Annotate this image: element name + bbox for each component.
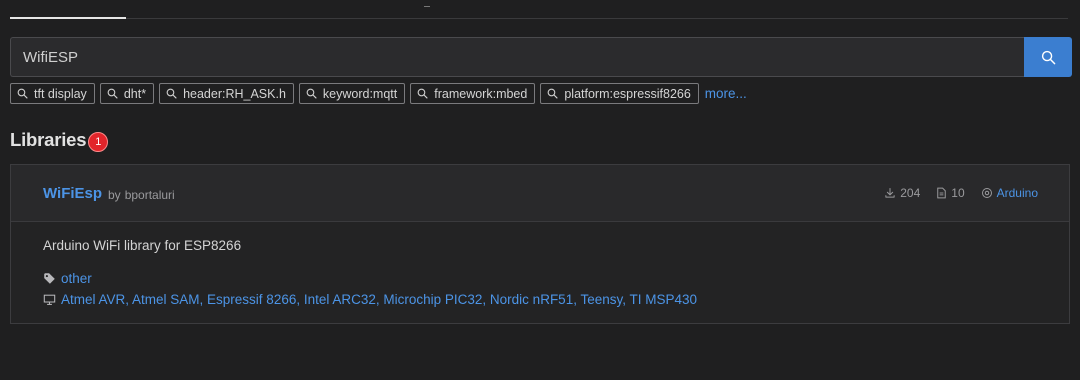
search-icon [17, 88, 28, 99]
platforms-link[interactable]: Atmel AVR, Atmel SAM, Espressif 8266, In… [61, 292, 697, 307]
search-input[interactable] [10, 37, 1024, 77]
section-title: Libraries [10, 129, 87, 150]
download-count: 204 [900, 186, 921, 200]
platforms-row: Atmel AVR, Atmel SAM, Espressif 8266, In… [43, 292, 697, 307]
active-tab-indicator[interactable] [10, 17, 126, 19]
chip-framework[interactable]: framework:mbed [410, 83, 536, 104]
tab-strip [10, 0, 1068, 19]
chip-platform[interactable]: platform:espressif8266 [540, 83, 699, 104]
tab-separator [424, 0, 430, 7]
framework-icon [981, 187, 993, 199]
chip-label: header:RH_ASK.h [183, 86, 286, 101]
result-count-badge: 1 [88, 132, 109, 152]
chip-label: dht* [123, 86, 147, 101]
library-card: WiFiEsp by bportaluri 204 10 Arduino Ard… [10, 164, 1070, 324]
chip-label: framework:mbed [434, 86, 528, 101]
chip-label: platform:espressif8266 [564, 86, 691, 101]
framework-link[interactable]: Arduino [997, 186, 1038, 200]
search-icon [107, 88, 118, 99]
tag-icon [43, 272, 56, 285]
platformio-libraries-view: tft display dht* header:RH_ASK.h keyword… [0, 0, 1080, 380]
chip-header[interactable]: header:RH_ASK.h [159, 83, 294, 104]
keyword-link[interactable]: other [61, 271, 92, 286]
library-author: by bportaluri [108, 188, 175, 202]
library-card-header: WiFiEsp by bportaluri 204 10 Arduino [11, 165, 1069, 222]
quick-search-chips: tft display dht* header:RH_ASK.h keyword… [10, 83, 747, 104]
search-icon [417, 88, 428, 99]
chip-label: tft display [34, 86, 87, 101]
library-name-link[interactable]: WiFiEsp [43, 185, 102, 202]
more-link[interactable]: more... [705, 86, 747, 101]
by-label: by [108, 188, 121, 202]
search-icon [547, 88, 558, 99]
library-stats: 204 10 Arduino [884, 186, 1038, 200]
section-heading: Libraries 1 [10, 128, 109, 152]
chip-label: keyword:mqtt [322, 86, 398, 101]
search-button[interactable] [1024, 37, 1072, 77]
search-icon [166, 88, 177, 99]
library-search [10, 37, 1072, 77]
chip-keyword[interactable]: keyword:mqtt [298, 83, 406, 104]
file-icon [936, 187, 947, 199]
search-icon [1041, 50, 1056, 65]
chip-tft-display[interactable]: tft display [10, 83, 95, 104]
example-count: 10 [951, 186, 965, 200]
monitor-icon [43, 294, 56, 306]
library-description: Arduino WiFi library for ESP8266 [43, 238, 242, 253]
search-icon [306, 88, 317, 99]
author-name: bportaluri [124, 188, 175, 202]
download-icon [884, 187, 896, 199]
keywords-row: other [43, 271, 92, 286]
chip-dht[interactable]: dht* [99, 83, 155, 104]
